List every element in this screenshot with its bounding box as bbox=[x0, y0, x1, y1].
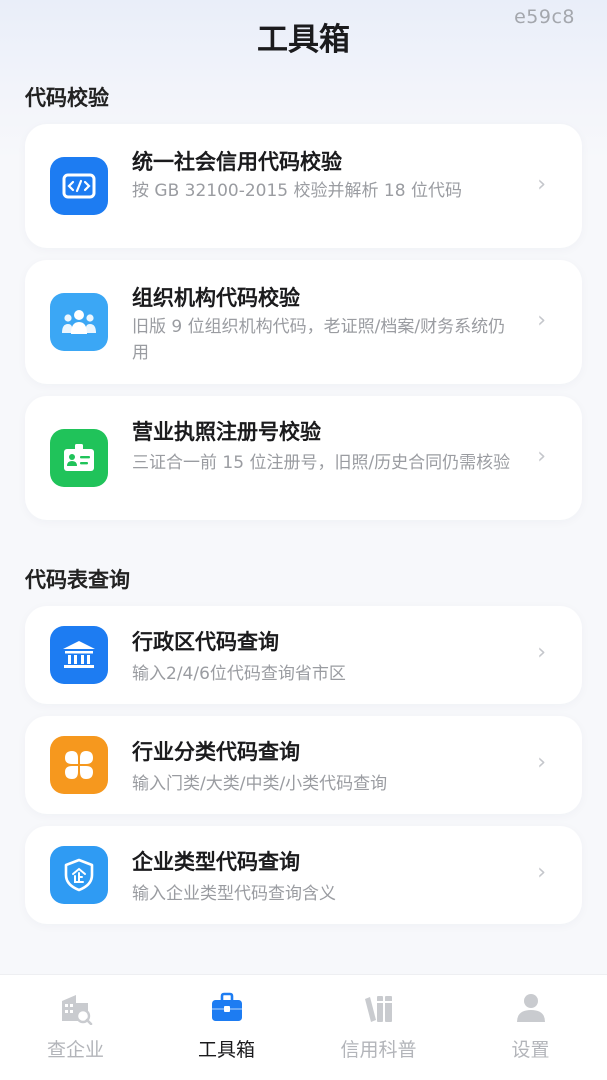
tool-card-title: 统一社会信用代码校验 bbox=[132, 150, 342, 174]
tab-label: 工具箱 bbox=[197, 1039, 255, 1061]
tool-card-desc: 旧版 9 位组织机构代码，老证照/档案/财务系统仍用 bbox=[132, 317, 506, 363]
tab-label: 查企业 bbox=[46, 1039, 104, 1061]
tool-card-desc: 输入2/4/6位代码查询省市区 bbox=[132, 664, 346, 684]
tool-card-enterprise-type-lookup[interactable]: 企业类型代码查询 输入企业类型代码查询含义 › bbox=[25, 826, 582, 924]
tab-credit-education[interactable]: 信用科普 bbox=[303, 975, 454, 1080]
tab-toolbox[interactable]: 工具箱 bbox=[151, 975, 302, 1080]
tool-card-desc: 三证合一前 15 位注册号，旧照/历史合同仍需核验 bbox=[132, 453, 511, 473]
company-search-icon bbox=[59, 991, 93, 1026]
tool-card-uscc-verify[interactable]: 统一社会信用代码校验 按 GB 32100-2015 校验并解析 18 位代码 … bbox=[25, 124, 582, 248]
page-title: 工具箱 bbox=[257, 22, 350, 58]
tool-card-title: 行政区代码查询 bbox=[132, 630, 279, 654]
tab-label: 信用科普 bbox=[340, 1039, 417, 1061]
tool-card-title: 行业分类代码查询 bbox=[132, 740, 300, 764]
chevron-right-icon: › bbox=[537, 308, 546, 333]
tool-card-desc: 按 GB 32100-2015 校验并解析 18 位代码 bbox=[132, 181, 462, 201]
tool-card-desc: 输入门类/大类/中类/小类代码查询 bbox=[132, 774, 388, 794]
bottom-tab-bar: 查企业 工具箱 信用科普 设置 bbox=[0, 974, 607, 1080]
tool-card-org-code-verify[interactable]: 组织机构代码校验 旧版 9 位组织机构代码，老证照/档案/财务系统仍用 › bbox=[25, 260, 582, 384]
enterprise-shield-icon bbox=[50, 846, 108, 904]
chevron-right-icon: › bbox=[537, 860, 546, 885]
government-building-icon bbox=[50, 626, 108, 684]
tool-card-industry-code-lookup[interactable]: 行业分类代码查询 输入门类/大类/中类/小类代码查询 › bbox=[25, 716, 582, 814]
tab-label: 设置 bbox=[511, 1039, 550, 1061]
people-group-icon bbox=[50, 293, 108, 351]
chevron-right-icon: › bbox=[537, 640, 546, 665]
chevron-right-icon: › bbox=[537, 172, 546, 197]
tab-settings[interactable]: 设置 bbox=[455, 975, 606, 1080]
user-icon bbox=[514, 991, 548, 1025]
tool-card-title: 营业执照注册号校验 bbox=[132, 420, 321, 444]
tool-card-reg-no-verify[interactable]: 营业执照注册号校验 三证合一前 15 位注册号，旧照/历史合同仍需核验 › bbox=[25, 396, 582, 520]
tool-card-admin-region-lookup[interactable]: 行政区代码查询 输入2/4/6位代码查询省市区 › bbox=[25, 606, 582, 704]
toolbox-icon bbox=[210, 991, 244, 1025]
id-card-icon bbox=[50, 429, 108, 487]
code-icon bbox=[50, 157, 108, 215]
books-icon bbox=[362, 991, 396, 1025]
tool-card-title: 企业类型代码查询 bbox=[132, 850, 300, 874]
tab-company-search[interactable]: 查企业 bbox=[0, 975, 151, 1080]
chevron-right-icon: › bbox=[537, 444, 546, 469]
tool-card-desc: 输入企业类型代码查询含义 bbox=[132, 884, 336, 904]
tool-card-title: 组织机构代码校验 bbox=[132, 286, 300, 310]
chevron-right-icon: › bbox=[537, 750, 546, 775]
clover-icon bbox=[50, 736, 108, 794]
section-title-code-verify: 代码校验 bbox=[25, 86, 109, 110]
section-title-code-table-lookup: 代码表查询 bbox=[25, 568, 130, 592]
